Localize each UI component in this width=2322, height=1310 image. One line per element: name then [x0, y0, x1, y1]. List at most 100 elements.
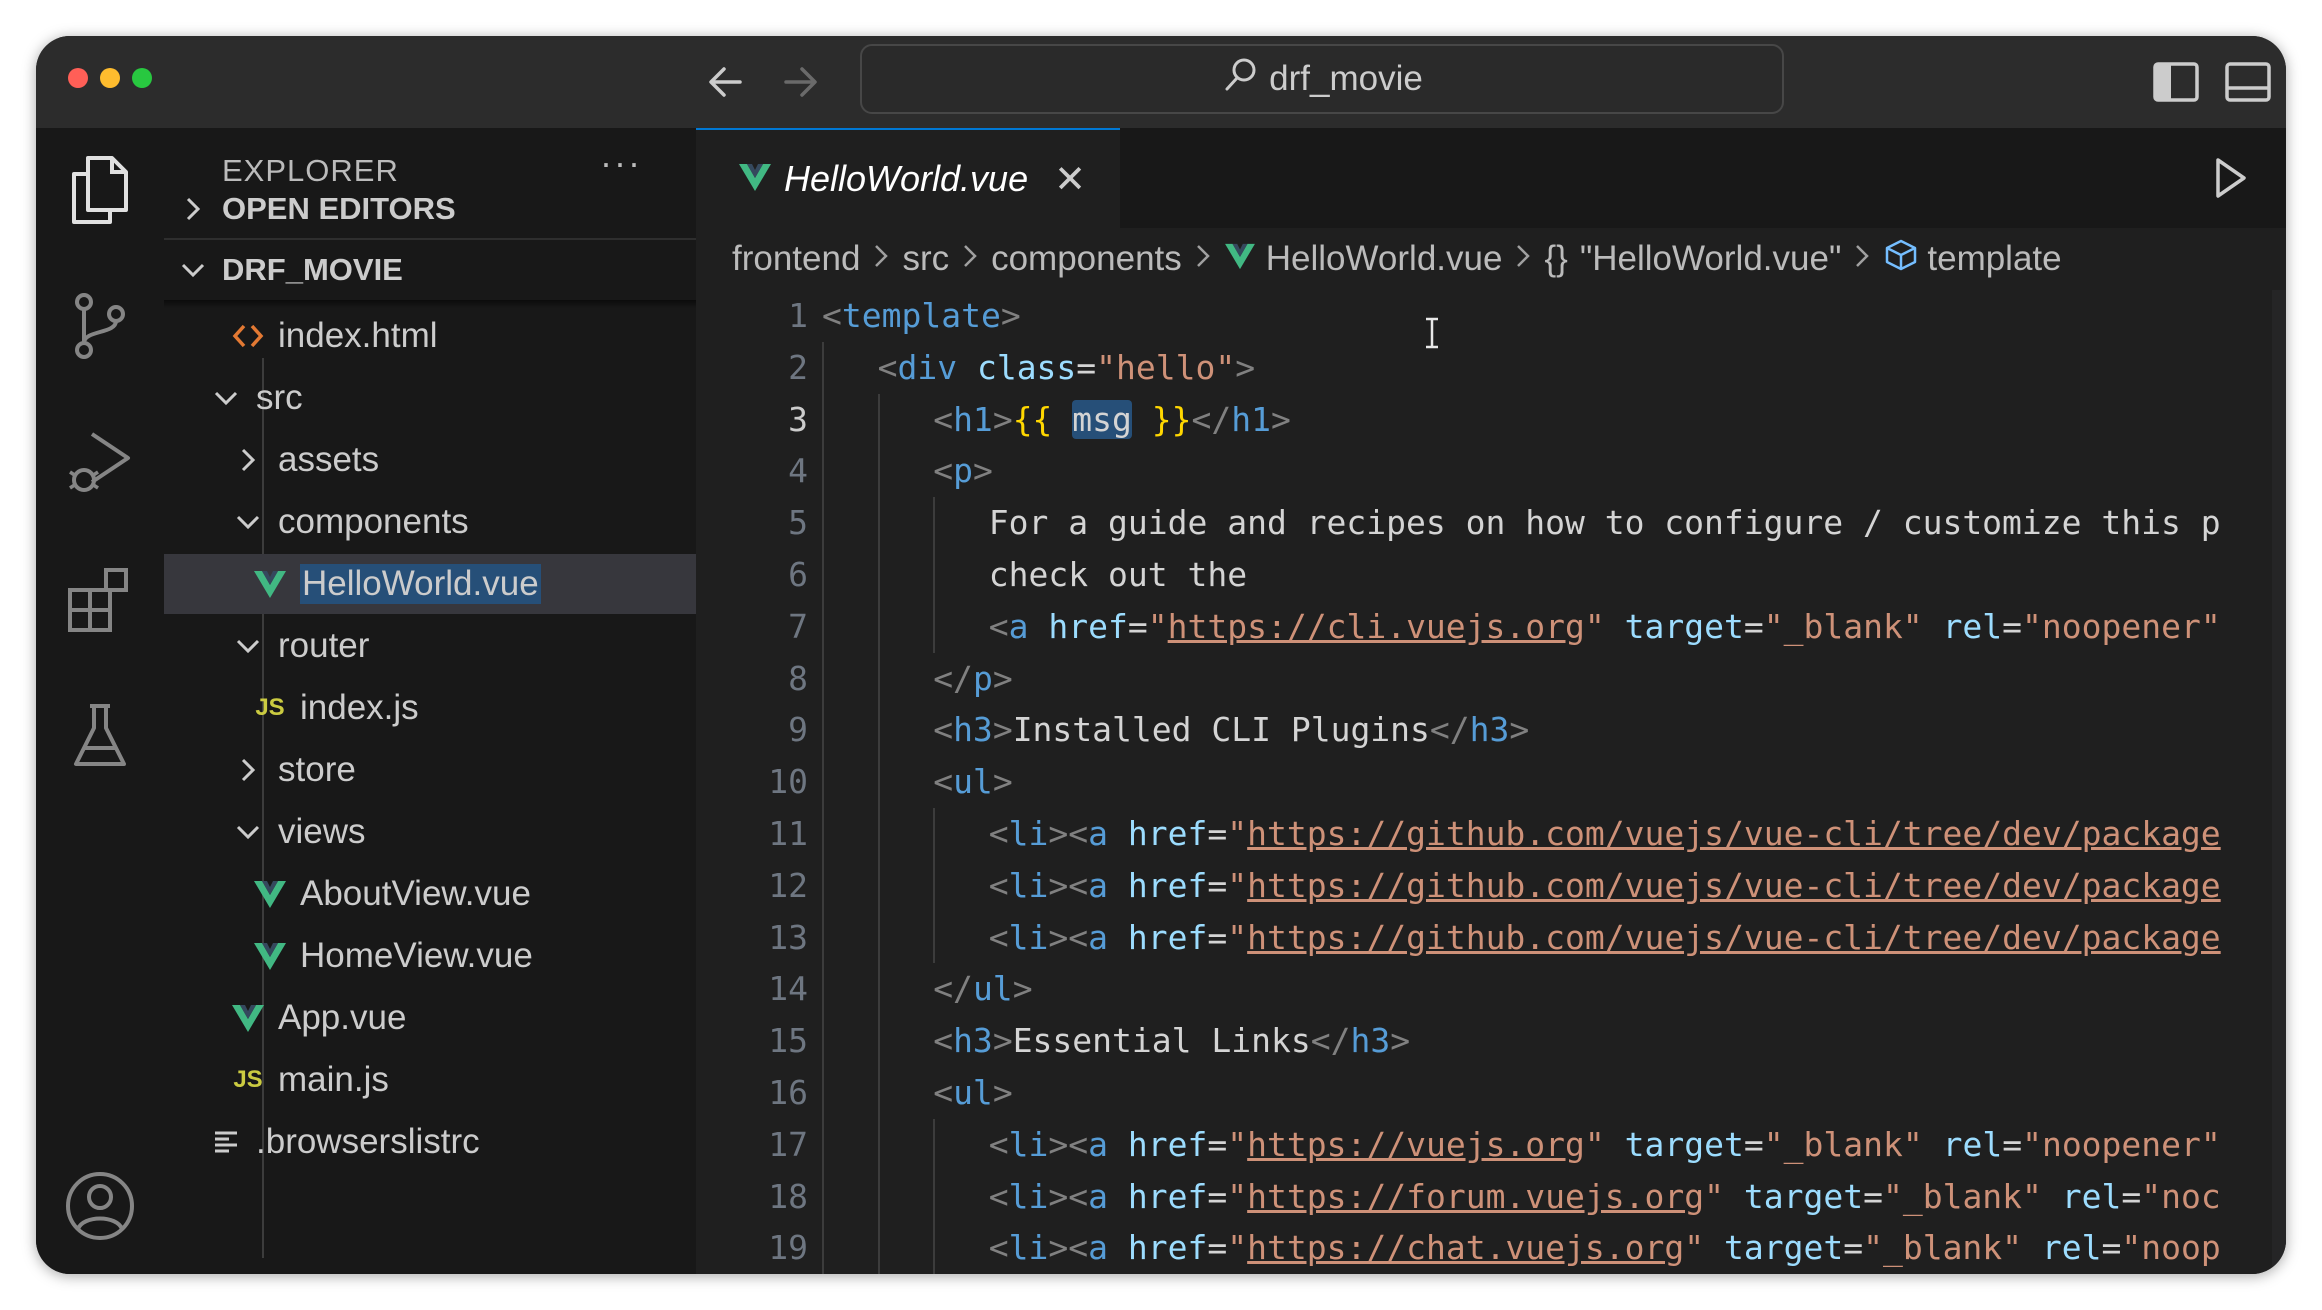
zoom-window-button[interactable]	[132, 68, 152, 88]
more-actions-button[interactable]: ···	[600, 142, 642, 184]
indent-guide	[877, 1222, 880, 1274]
code-line[interactable]: 10 <ul>	[696, 756, 2286, 808]
tab-bar: HelloWorld.vue ✕	[696, 128, 2286, 228]
code-token: =	[1207, 1228, 1228, 1268]
source-control-icon[interactable]	[58, 284, 142, 368]
code-line[interactable]: 17 <li><a href="https://vuejs.org" target…	[696, 1118, 2286, 1171]
code-token: h3	[1469, 710, 1510, 750]
tree-item-main-js[interactable]: JS main.js	[164, 1050, 696, 1110]
code-line[interactable]: 16 <ul>	[696, 1067, 2286, 1119]
tree-item-router[interactable]: router	[164, 616, 696, 676]
code-token: <	[988, 1124, 1009, 1164]
line-number: 9	[788, 710, 808, 750]
tree-item-app-vue[interactable]: App.vue	[164, 988, 696, 1048]
code-line[interactable]: 7 <a href="https://cli.vuejs.org" target=…	[696, 600, 2286, 653]
section-label: OPEN EDITORS	[222, 191, 456, 226]
tree-item-components[interactable]: components	[164, 492, 696, 552]
forward-arrow-icon[interactable]	[774, 56, 826, 108]
code-token: a	[1088, 1228, 1109, 1268]
back-arrow-icon[interactable]	[700, 56, 752, 108]
code-token: "_blank"	[1882, 1176, 2042, 1216]
indent-guide	[877, 600, 880, 653]
code-line[interactable]: 19 <li><a href="https://chat.vuejs.org" t…	[696, 1222, 2286, 1274]
chevron-down-icon	[228, 510, 268, 534]
account-icon[interactable]	[58, 1164, 142, 1248]
code-token: https://cli.vuejs.org	[1167, 606, 1585, 646]
breadcrumb-src[interactable]: src	[902, 239, 949, 279]
tree-item-src[interactable]: src	[164, 368, 696, 428]
code-token: "	[1584, 606, 1605, 646]
code-line[interactable]: 15 <h3>Essential Links</h3>	[696, 1015, 2286, 1067]
breadcrumb-frontend[interactable]: frontend	[732, 239, 860, 279]
code-token: a	[1008, 606, 1029, 646]
code-token: rel	[2061, 1176, 2122, 1216]
code-token: p	[953, 451, 973, 491]
js-file-icon: JS	[255, 694, 285, 721]
code-line[interactable]: 1 <template>	[696, 290, 2286, 341]
tree-item-index-js[interactable]: JS index.js	[164, 678, 696, 738]
section-open-editors[interactable]: OPEN EDITORS	[164, 180, 696, 238]
tree-item-views[interactable]: views	[164, 802, 696, 862]
code-token: =	[1127, 606, 1148, 646]
code-token: >	[1271, 399, 1291, 439]
code-line[interactable]: 13 <li><a href="https://github.com/vuejs/…	[696, 911, 2286, 964]
code-line[interactable]: 2 <div class="hello">	[696, 341, 2286, 394]
breadcrumb-module[interactable]: "HelloWorld.vue"	[1580, 239, 1842, 279]
minimize-window-button[interactable]	[100, 68, 120, 88]
code-token: <	[988, 606, 1009, 646]
code-line[interactable]: 3 <h1>{{ msg }}</h1>	[696, 393, 2286, 446]
explorer-files-icon[interactable]	[58, 148, 142, 232]
code-line[interactable]: 9 <h3>Installed CLI Plugins</h3>	[696, 704, 2286, 757]
code-line[interactable]: 4 <p>	[696, 445, 2286, 498]
run-icon[interactable]	[2208, 154, 2252, 207]
code-token: "	[1227, 1228, 1248, 1268]
tree-item-helloworld-vue[interactable]: HelloWorld.vue	[164, 554, 696, 614]
breadcrumb-file[interactable]: HelloWorld.vue	[1266, 239, 1503, 279]
tree-item-aboutview-vue[interactable]: AboutView.vue	[164, 864, 696, 924]
code-token: </	[933, 969, 973, 1009]
code-token: href	[1048, 606, 1128, 646]
chevron-right-icon	[1514, 239, 1532, 279]
testing-flask-icon[interactable]	[58, 694, 142, 778]
tree-item-homeview-vue[interactable]: HomeView.vue	[164, 926, 696, 986]
toggle-sidebar-icon[interactable]	[2148, 54, 2204, 110]
code-editor[interactable]: 1 <template> 2 <div class="hello"> 3 <h1>{{ m…	[696, 290, 2286, 1274]
close-tab-icon[interactable]: ✕	[1054, 157, 1086, 202]
tree-item-assets[interactable]: assets	[164, 430, 696, 490]
breadcrumb-template[interactable]: template	[1927, 239, 2061, 279]
tree-item-store[interactable]: store	[164, 740, 696, 800]
code-line[interactable]: 18 <li><a href="https://forum.vuejs.org" …	[696, 1170, 2286, 1223]
code-line[interactable]: 6 check out the	[696, 549, 2286, 601]
command-center-search[interactable]: drf_movie	[860, 44, 1784, 114]
code-token: ul	[953, 1073, 993, 1112]
breadcrumb-components[interactable]: components	[991, 239, 1182, 279]
indent-guide	[877, 497, 880, 549]
code-line[interactable]: 5 For a guide and recipes on how to confi…	[696, 497, 2286, 549]
toggle-panel-icon[interactable]	[2220, 54, 2276, 110]
code-token: </	[1191, 399, 1232, 439]
code-token: "noop	[2121, 1228, 2221, 1268]
code-token: >	[992, 762, 1013, 802]
run-debug-icon[interactable]	[58, 420, 142, 504]
indent-guide	[822, 756, 824, 808]
vue-file-icon	[228, 1003, 268, 1033]
tree-item-browserslistrc[interactable]: .browserslistrc	[164, 1112, 696, 1172]
code-line[interactable]: 14 </ul>	[696, 963, 2286, 1016]
code-line[interactable]: 11 <li><a href="https://github.com/vuejs/…	[696, 808, 2286, 860]
code-token: template	[841, 296, 1001, 335]
section-drf-movie[interactable]: DRF_MOVIE	[164, 238, 696, 300]
code-line[interactable]: 12 <li><a href="https://github.com/vuejs/…	[696, 859, 2286, 912]
tree-item-index-html[interactable]: index.html	[164, 306, 696, 366]
indent-guide	[877, 445, 880, 498]
editor-scrollbar[interactable]	[2272, 290, 2286, 1274]
close-window-button[interactable]	[68, 68, 88, 88]
chevron-right-icon	[1853, 239, 1871, 279]
code-token: ><	[1048, 814, 1089, 853]
code-line[interactable]: 8 </p>	[696, 652, 2286, 705]
vue-file-icon	[1224, 239, 1256, 279]
extensions-icon[interactable]	[58, 558, 142, 642]
tab-helloworld-vue[interactable]: HelloWorld.vue ✕	[696, 128, 1120, 228]
